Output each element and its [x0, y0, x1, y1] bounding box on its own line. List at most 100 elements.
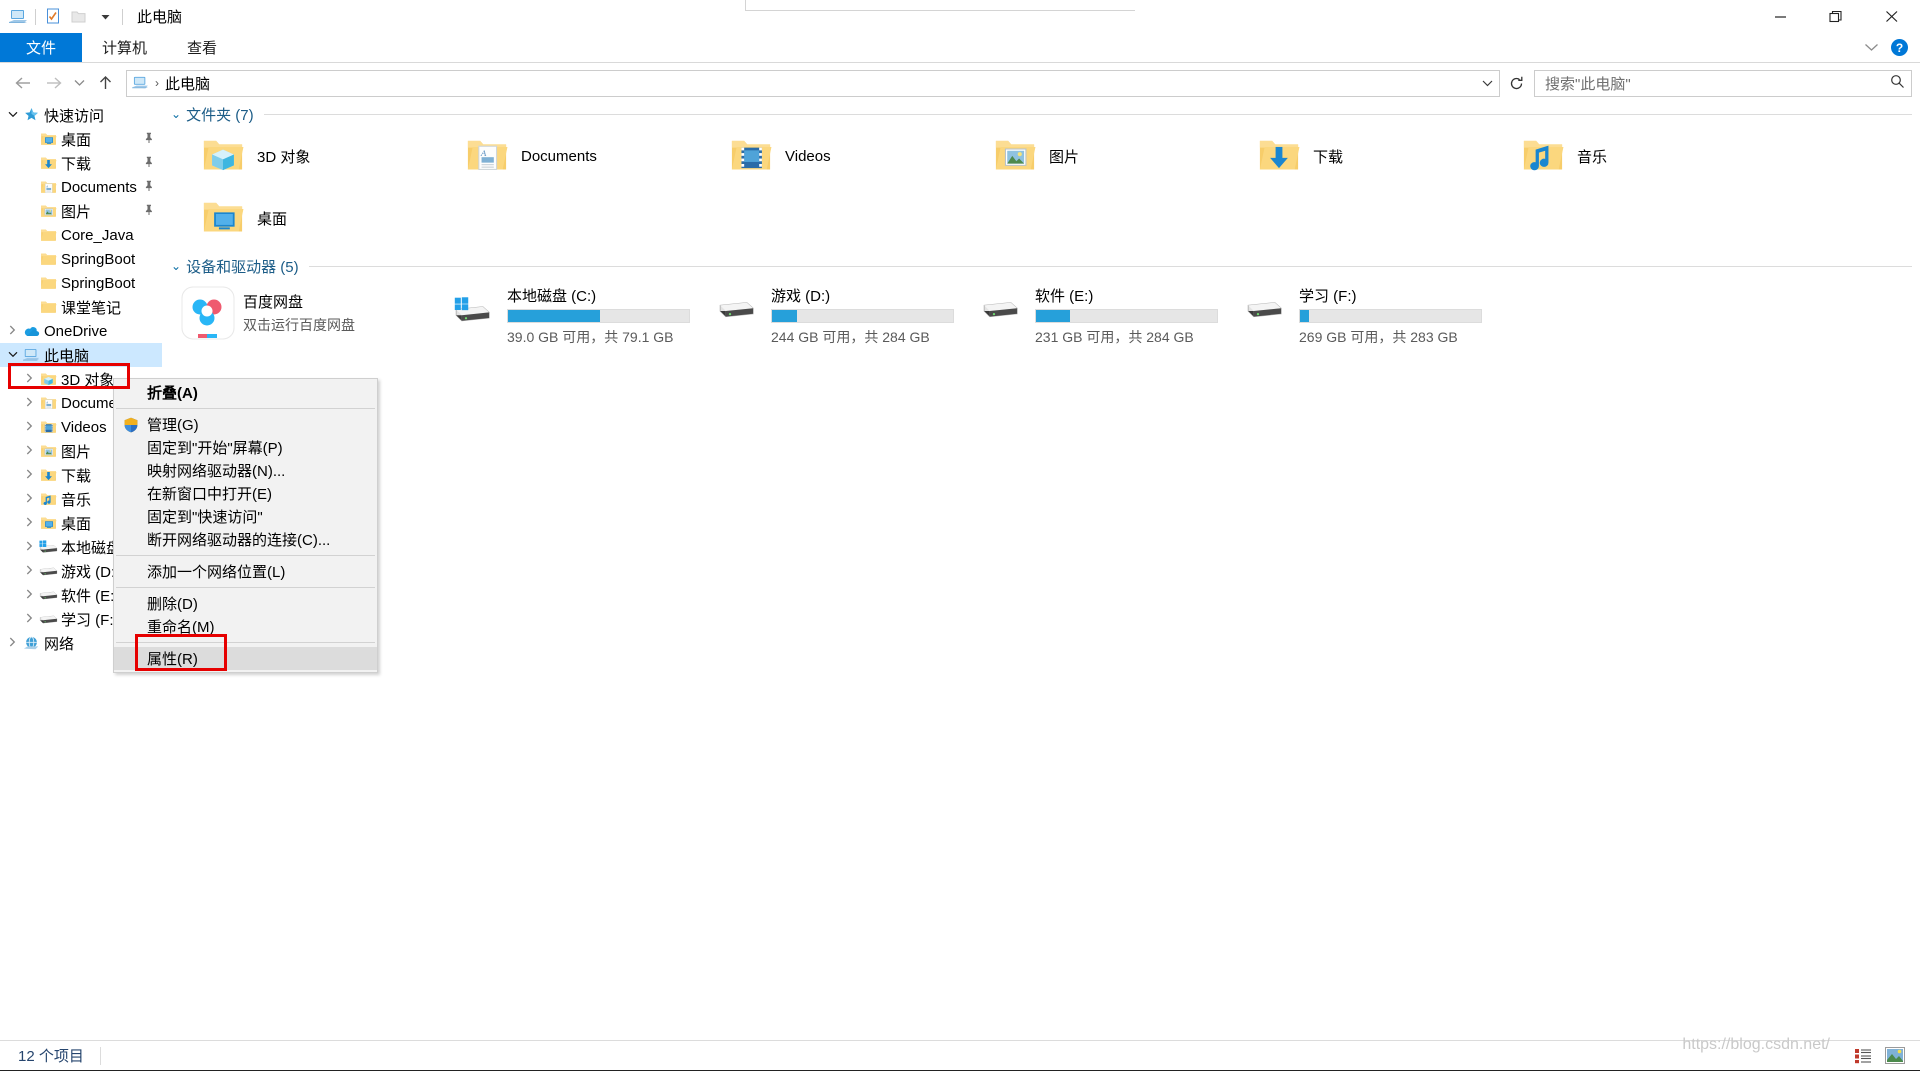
chevron-right-icon[interactable] [21, 493, 38, 506]
chevron-right-icon[interactable] [21, 589, 38, 602]
properties-icon[interactable] [40, 5, 66, 29]
app-tile-baidu-netdisk[interactable]: 百度网盘 双击运行百度网盘 [173, 277, 437, 347]
drive-tile[interactable]: 游戏 (D:) 244 GB 可用，共 284 GB [701, 277, 965, 347]
folder-tile[interactable]: 音乐 [1493, 125, 1757, 187]
chevron-right-icon[interactable] [4, 325, 21, 338]
window-controls [1752, 0, 1920, 33]
chevron-right-icon[interactable] [21, 565, 38, 578]
drive-tile[interactable]: 本地磁盘 (C:) 39.0 GB 可用，共 79.1 GB [437, 277, 701, 347]
context-menu-item[interactable]: 映射网络驱动器(N)... [114, 459, 377, 482]
sidebar-item-5[interactable]: Core_Java [0, 223, 162, 247]
tab-view[interactable]: 查看 [167, 33, 237, 62]
context-menu-item[interactable]: 在新窗口中打开(E) [114, 482, 377, 505]
folder-tile[interactable]: 3D 对象 [173, 125, 437, 187]
pin-icon[interactable] [144, 132, 154, 147]
search-input[interactable]: 搜索"此电脑" [1534, 69, 1912, 97]
capacity-bar-fill [508, 310, 601, 322]
back-button[interactable] [8, 69, 38, 97]
maximize-restore-button[interactable] [1808, 0, 1864, 33]
tab-computer[interactable]: 计算机 [82, 33, 167, 62]
up-button[interactable] [90, 69, 120, 97]
chevron-right-icon[interactable] [21, 397, 38, 410]
sidebar-item-9[interactable]: OneDrive [0, 319, 162, 343]
context-menu-item[interactable]: 属性(R) [114, 647, 377, 670]
folders-grid[interactable]: 3D 对象 A Documents Videos 图片 下载 音乐桌面 [163, 125, 1920, 249]
drives-group-header[interactable]: ⌄ 设备和驱动器 (5) [163, 255, 1920, 277]
refresh-button[interactable] [1502, 70, 1530, 97]
context-menu-item[interactable]: 固定到"开始"屏幕(P) [114, 436, 377, 459]
context-menu-item-label: 删除(D) [147, 596, 198, 613]
this-pc-icon[interactable] [5, 5, 31, 29]
context-menu-item-label: 在新窗口中打开(E) [147, 486, 272, 503]
recent-locations-icon[interactable] [68, 69, 90, 97]
shield-icon [123, 417, 139, 433]
chevron-right-icon[interactable] [21, 421, 38, 434]
downloads-folder-icon [38, 467, 58, 483]
folder-tile[interactable]: Videos [701, 125, 965, 187]
capacity-bar [1035, 309, 1218, 323]
pin-icon[interactable] [144, 180, 154, 195]
folders-group-header[interactable]: ⌄ 文件夹 (7) [163, 103, 1920, 125]
sidebar-item-1[interactable]: 桌面 [0, 127, 162, 151]
sidebar-item-4[interactable]: 图片 [0, 199, 162, 223]
context-menu-item[interactable]: 管理(G) [114, 413, 377, 436]
toolbar-divider-2 [122, 8, 123, 25]
sidebar-item-2[interactable]: 下载 [0, 151, 162, 175]
chevron-down-icon[interactable]: ⌄ [171, 107, 181, 121]
pin-icon[interactable] [144, 204, 154, 219]
folder-tile[interactable]: 图片 [965, 125, 1229, 187]
context-menu-item[interactable]: 断开网络驱动器的连接(C)... [114, 528, 377, 551]
details-view-icon[interactable] [1852, 1045, 1874, 1067]
drive-tile[interactable]: 软件 (E:) 231 GB 可用，共 284 GB [965, 277, 1229, 347]
sidebar-item-0[interactable]: 快速访问 [0, 103, 162, 127]
address-dropdown-icon[interactable] [1475, 76, 1499, 90]
chevron-right-icon[interactable] [21, 373, 38, 386]
sidebar-item-label: 图片 [61, 443, 92, 461]
chevron-down-icon[interactable] [4, 109, 21, 121]
new-folder-icon[interactable] [66, 5, 92, 29]
chevron-right-icon[interactable] [21, 541, 38, 554]
context-menu-item[interactable]: 删除(D) [114, 592, 377, 615]
context-menu[interactable]: 折叠(A) 管理(G) 固定到"开始"屏幕(P) 映射网络驱动器(N)... 在新窗口中… [113, 378, 378, 673]
sidebar-item-3[interactable]: A Documents [0, 175, 162, 199]
context-menu-separator [116, 587, 375, 588]
context-menu-item-label: 映射网络驱动器(N)... [147, 463, 286, 480]
context-menu-item[interactable]: 重命名(M) [114, 615, 377, 638]
close-button[interactable] [1864, 0, 1920, 33]
folder-tile[interactable]: A Documents [437, 125, 701, 187]
sidebar-item-label: SpringBoot [61, 250, 136, 268]
drives-grid[interactable]: 百度网盘 双击运行百度网盘 本地磁盘 (C:) 39.0 GB 可用，共 79.1 G… [163, 277, 1920, 347]
chevron-right-icon[interactable] [4, 637, 21, 650]
chevron-right-icon[interactable] [21, 445, 38, 458]
folder-tile[interactable]: 下载 [1229, 125, 1493, 187]
address-bar[interactable]: › 此电脑 [126, 69, 1500, 97]
context-menu-item[interactable]: 固定到"快速访问" [114, 505, 377, 528]
file-list-pane[interactable]: ⌄ 文件夹 (7) 3D 对象 A Documents Videos 图片 下载 音乐 桌面 … [163, 103, 1920, 1038]
search-icon[interactable] [1890, 74, 1905, 93]
context-menu-item[interactable]: 折叠(A) [114, 381, 377, 404]
tab-file[interactable]: 文件 [0, 33, 83, 62]
context-menu-item[interactable]: 添加一个网络位置(L) [114, 560, 377, 583]
sidebar-item-10[interactable]: 此电脑 [0, 343, 162, 367]
drive-tile[interactable]: 学习 (F:) 269 GB 可用，共 283 GB [1229, 277, 1493, 347]
breadcrumb[interactable]: 此电脑 [165, 73, 210, 94]
sidebar-item-label: 游戏 (D:) [61, 563, 121, 581]
chevron-right-icon[interactable] [21, 517, 38, 530]
large-icons-view-icon[interactable] [1884, 1045, 1906, 1067]
folder-tile[interactable]: 桌面 [173, 187, 437, 249]
breadcrumb-separator[interactable]: › [155, 76, 159, 90]
collapse-ribbon-icon[interactable] [1864, 39, 1879, 56]
minimize-button[interactable] [1752, 0, 1808, 33]
pin-icon[interactable] [144, 156, 154, 171]
forward-button[interactable] [38, 69, 68, 97]
sidebar-item-8[interactable]: 课堂笔记 [0, 295, 162, 319]
help-icon[interactable]: ? [1891, 39, 1908, 56]
chevron-down-icon[interactable] [4, 349, 21, 361]
chevron-down-icon[interactable]: ⌄ [171, 259, 181, 273]
chevron-right-icon[interactable] [21, 613, 38, 626]
sidebar-item-7[interactable]: SpringBoot [0, 271, 162, 295]
sidebar-item-6[interactable]: SpringBoot [0, 247, 162, 271]
3d-objects-folder-icon [201, 134, 245, 179]
quick-access-dropdown-icon[interactable] [92, 5, 118, 29]
chevron-right-icon[interactable] [21, 469, 38, 482]
